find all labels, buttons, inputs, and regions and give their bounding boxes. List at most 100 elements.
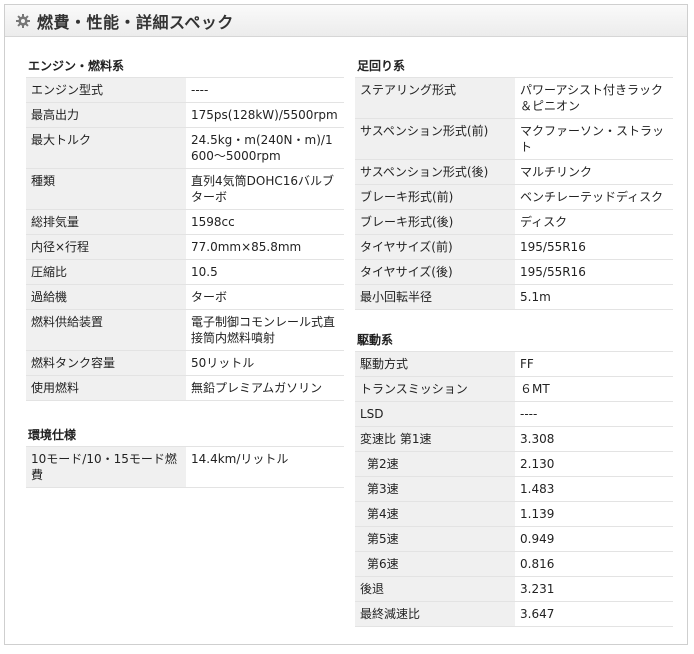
spec-row: 第3速 1.483 xyxy=(355,476,673,502)
spec-row: 最大トルク 24.5kg・m(240N・m)/1600～5000rpm xyxy=(26,127,344,169)
spec-value: 3.308 xyxy=(515,426,673,452)
spec-value: 3.647 xyxy=(515,601,673,627)
spec-row: 圧縮比 10.5 xyxy=(26,259,344,285)
spec-row: 総排気量 1598cc xyxy=(26,209,344,235)
spec-label: 最大トルク xyxy=(26,127,186,169)
spec-row: 第2速 2.130 xyxy=(355,451,673,477)
spec-row: タイヤサイズ(前) 195/55R16 xyxy=(355,234,673,260)
spec-label: 最終減速比 xyxy=(355,601,515,627)
spec-row: 種類 直列4気筒DOHC16バルブターボ xyxy=(26,168,344,210)
spec-label: サスペンション形式(前) xyxy=(355,118,515,160)
spec-value: マクファーソン・ストラット xyxy=(515,118,673,160)
spec-label: ブレーキ形式(後) xyxy=(355,209,515,235)
spec-row: ブレーキ形式(後) ディスク xyxy=(355,209,673,235)
environment-spec-table: 10モード/10・15モード燃費 14.4km/リットル xyxy=(26,447,344,488)
section-title-engine: エンジン・燃料系 xyxy=(26,54,344,78)
spec-value: 3.231 xyxy=(515,576,673,602)
spec-label: 過給機 xyxy=(26,284,186,310)
spec-value: 77.0mm×85.8mm xyxy=(186,234,344,260)
spec-row: 第5速 0.949 xyxy=(355,526,673,552)
spec-row: 内径×行程 77.0mm×85.8mm xyxy=(26,234,344,260)
suspension-spec-table: ステアリング形式 パワーアシスト付きラック＆ピニオン サスペンション形式(前) マクフ… xyxy=(355,78,673,310)
spec-row: タイヤサイズ(後) 195/55R16 xyxy=(355,259,673,285)
spec-value: ６MT xyxy=(515,376,673,402)
spec-row: 後退 3.231 xyxy=(355,576,673,602)
spec-value: マルチリンク xyxy=(515,159,673,185)
spec-row: 最小回転半径 5.1m xyxy=(355,284,673,310)
spec-row: 最終減速比 3.647 xyxy=(355,601,673,627)
spec-value: 175ps(128kW)/5500rpm xyxy=(186,102,344,128)
spec-value: 50リットル xyxy=(186,350,344,376)
spec-value: ターボ xyxy=(186,284,344,310)
spec-value: ベンチレーテッドディスク xyxy=(515,184,673,210)
spec-label: トランスミッション xyxy=(355,376,515,402)
spec-value: 5.1m xyxy=(515,284,673,310)
spec-row: 燃料タンク容量 50リットル xyxy=(26,350,344,376)
spec-row: 最高出力 175ps(128kW)/5500rpm xyxy=(26,102,344,128)
spec-label: 内径×行程 xyxy=(26,234,186,260)
spec-label: LSD xyxy=(355,401,515,427)
spec-value: パワーアシスト付きラック＆ピニオン xyxy=(515,78,673,119)
spec-row: 10モード/10・15モード燃費 14.4km/リットル xyxy=(26,447,344,488)
spec-value: 直列4気筒DOHC16バルブターボ xyxy=(186,168,344,210)
spec-label: 後退 xyxy=(355,576,515,602)
spec-label: タイヤサイズ(前) xyxy=(355,234,515,260)
spec-row: ステアリング形式 パワーアシスト付きラック＆ピニオン xyxy=(355,78,673,119)
spec-label: ブレーキ形式(前) xyxy=(355,184,515,210)
spec-row: 駆動方式 FF xyxy=(355,352,673,377)
spec-value: ---- xyxy=(186,78,344,103)
spec-row: サスペンション形式(前) マクファーソン・ストラット xyxy=(355,118,673,160)
page-title: 燃費・性能・詳細スペック xyxy=(37,12,234,32)
spec-label: 駆動方式 xyxy=(355,352,515,377)
spec-label: サスペンション形式(後) xyxy=(355,159,515,185)
spec-label: 第2速 xyxy=(355,451,515,477)
spec-row: エンジン型式 ---- xyxy=(26,78,344,103)
spec-label: 燃料供給装置 xyxy=(26,309,186,351)
section-title-suspension: 足回り系 xyxy=(355,54,673,78)
spec-label: 第3速 xyxy=(355,476,515,502)
spec-value: 電子制御コモンレール式直接筒内燃料噴射 xyxy=(186,309,344,351)
left-column: エンジン・燃料系 エンジン型式 ---- 最高出力 175ps(128kW)/5500… xyxy=(26,54,344,488)
spec-label: 圧縮比 xyxy=(26,259,186,285)
spec-row: サスペンション形式(後) マルチリンク xyxy=(355,159,673,185)
spec-label: 種類 xyxy=(26,168,186,210)
spec-value: ディスク xyxy=(515,209,673,235)
panel-header: 燃費・性能・詳細スペック xyxy=(5,5,687,37)
spec-row: トランスミッション ６MT xyxy=(355,376,673,402)
spec-value: 1598cc xyxy=(186,209,344,235)
spec-value: FF xyxy=(515,352,673,377)
spec-value: 1.483 xyxy=(515,476,673,502)
spec-value: 10.5 xyxy=(186,259,344,285)
spec-value: 無鉛プレミアムガソリン xyxy=(186,375,344,401)
spec-value: 0.949 xyxy=(515,526,673,552)
spec-label: 第5速 xyxy=(355,526,515,552)
spec-label: 使用燃料 xyxy=(26,375,186,401)
spec-value: 1.139 xyxy=(515,501,673,527)
spec-label: ステアリング形式 xyxy=(355,78,515,119)
spec-row: LSD ---- xyxy=(355,401,673,427)
section-title-environment: 環境仕様 xyxy=(26,423,344,447)
gear-icon xyxy=(15,13,31,29)
spec-label: 最高出力 xyxy=(26,102,186,128)
spec-value: 195/55R16 xyxy=(515,234,673,260)
spec-value: 0.816 xyxy=(515,551,673,577)
spec-label: 総排気量 xyxy=(26,209,186,235)
spec-row: 第4速 1.139 xyxy=(355,501,673,527)
spec-value: 195/55R16 xyxy=(515,259,673,285)
section-title-drive: 駆動系 xyxy=(355,328,673,352)
spec-value: 2.130 xyxy=(515,451,673,477)
spec-label: 第6速 xyxy=(355,551,515,577)
spec-row: 使用燃料 無鉛プレミアムガソリン xyxy=(26,375,344,401)
spec-label: 燃料タンク容量 xyxy=(26,350,186,376)
drive-spec-table: 駆動方式 FF トランスミッション ６MT LSD ---- 変速比 第1速 3.308 第2速… xyxy=(355,352,673,627)
spec-label: 最小回転半径 xyxy=(355,284,515,310)
right-column: 足回り系 ステアリング形式 パワーアシスト付きラック＆ピニオン サスペンション形式(… xyxy=(355,54,673,627)
spec-row: 変速比 第1速 3.308 xyxy=(355,426,673,452)
spec-row: 過給機 ターボ xyxy=(26,284,344,310)
spec-panel: 燃費・性能・詳細スペック エンジン・燃料系 エンジン型式 ---- 最高出力 175p… xyxy=(4,4,688,645)
spec-row: 第6速 0.816 xyxy=(355,551,673,577)
spec-label: エンジン型式 xyxy=(26,78,186,103)
spec-value: 24.5kg・m(240N・m)/1600～5000rpm xyxy=(186,127,344,169)
spec-label: 第4速 xyxy=(355,501,515,527)
spec-label: 10モード/10・15モード燃費 xyxy=(26,447,186,488)
